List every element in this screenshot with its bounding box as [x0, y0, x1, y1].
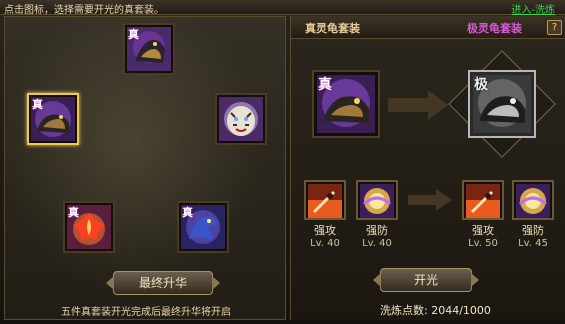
true-tag: 真 — [68, 206, 79, 219]
skill-level: Lv. 45 — [518, 238, 548, 249]
suit-slot-top[interactable]: 真 — [123, 23, 175, 75]
current-suit-title: 真灵龟套装 — [305, 22, 360, 35]
open-light-button[interactable]: 开光 — [373, 268, 479, 292]
instruction-text: 点击图标，选择需要开光的真套装。 — [4, 5, 164, 16]
true-tag: 真 — [318, 77, 332, 93]
skill-label: 强攻 — [314, 224, 336, 237]
suit-slot-left-selected[interactable]: 真 — [27, 93, 79, 145]
help-icon[interactable]: ? — [547, 20, 562, 35]
skill-slot[interactable] — [462, 180, 504, 220]
suit-slot-bottom-left[interactable]: 真 — [63, 201, 115, 253]
game-window: 点击图标，选择需要开光的真套装。 进入-洗炼 真 真 真 真 最终升华 五件真套… — [0, 0, 565, 324]
panel-header: 真灵龟套装 极灵龟套装 ? — [291, 16, 565, 39]
suit-slot-right[interactable] — [215, 93, 267, 145]
top-bar: 点击图标，选择需要开光的真套装。 进入-洗炼 — [0, 0, 565, 16]
skill-slot[interactable] — [356, 180, 398, 220]
skill-upgrade-arrow-icon — [408, 189, 452, 211]
shield-orb-icon — [516, 184, 550, 218]
skill-label: 强防 — [366, 224, 388, 237]
shield-orb-icon — [360, 184, 394, 218]
ultimate-tag: 极 — [474, 77, 488, 93]
sword-attack-icon — [466, 184, 500, 218]
skill-level: Lv. 40 — [310, 238, 340, 249]
suit-selection-panel: 真 真 真 真 最终升华 五件真套装开光完成后最终升华将开启 — [4, 16, 286, 320]
current-suit-item: 真 — [312, 70, 380, 138]
skill-slot[interactable] — [304, 180, 346, 220]
upgrade-arrow-icon — [388, 90, 448, 120]
upgrade-footnote: 五件真套装开光完成后最终升华将开启 — [61, 307, 231, 318]
true-tag: 真 — [32, 98, 43, 111]
skill-level: Lv. 40 — [362, 238, 392, 249]
target-suit-item: 极 — [468, 70, 536, 138]
sword-attack-icon — [308, 184, 342, 218]
refine-link[interactable]: 进入-洗炼 — [511, 1, 555, 16]
target-suit-title: 极灵龟套装 — [467, 22, 522, 35]
tiger-icon — [219, 97, 263, 141]
suit-slot-bottom-right[interactable]: 真 — [177, 201, 229, 253]
refine-points: 洗炼点数: 2044/1000 — [380, 304, 491, 317]
true-tag: 真 — [182, 206, 193, 219]
true-tag: 真 — [128, 28, 139, 41]
skill-label: 强防 — [522, 224, 544, 237]
skill-level: Lv. 50 — [468, 238, 498, 249]
skill-label: 强攻 — [472, 224, 494, 237]
skill-slot[interactable] — [512, 180, 554, 220]
final-upgrade-button[interactable]: 最终升华 — [106, 271, 220, 295]
